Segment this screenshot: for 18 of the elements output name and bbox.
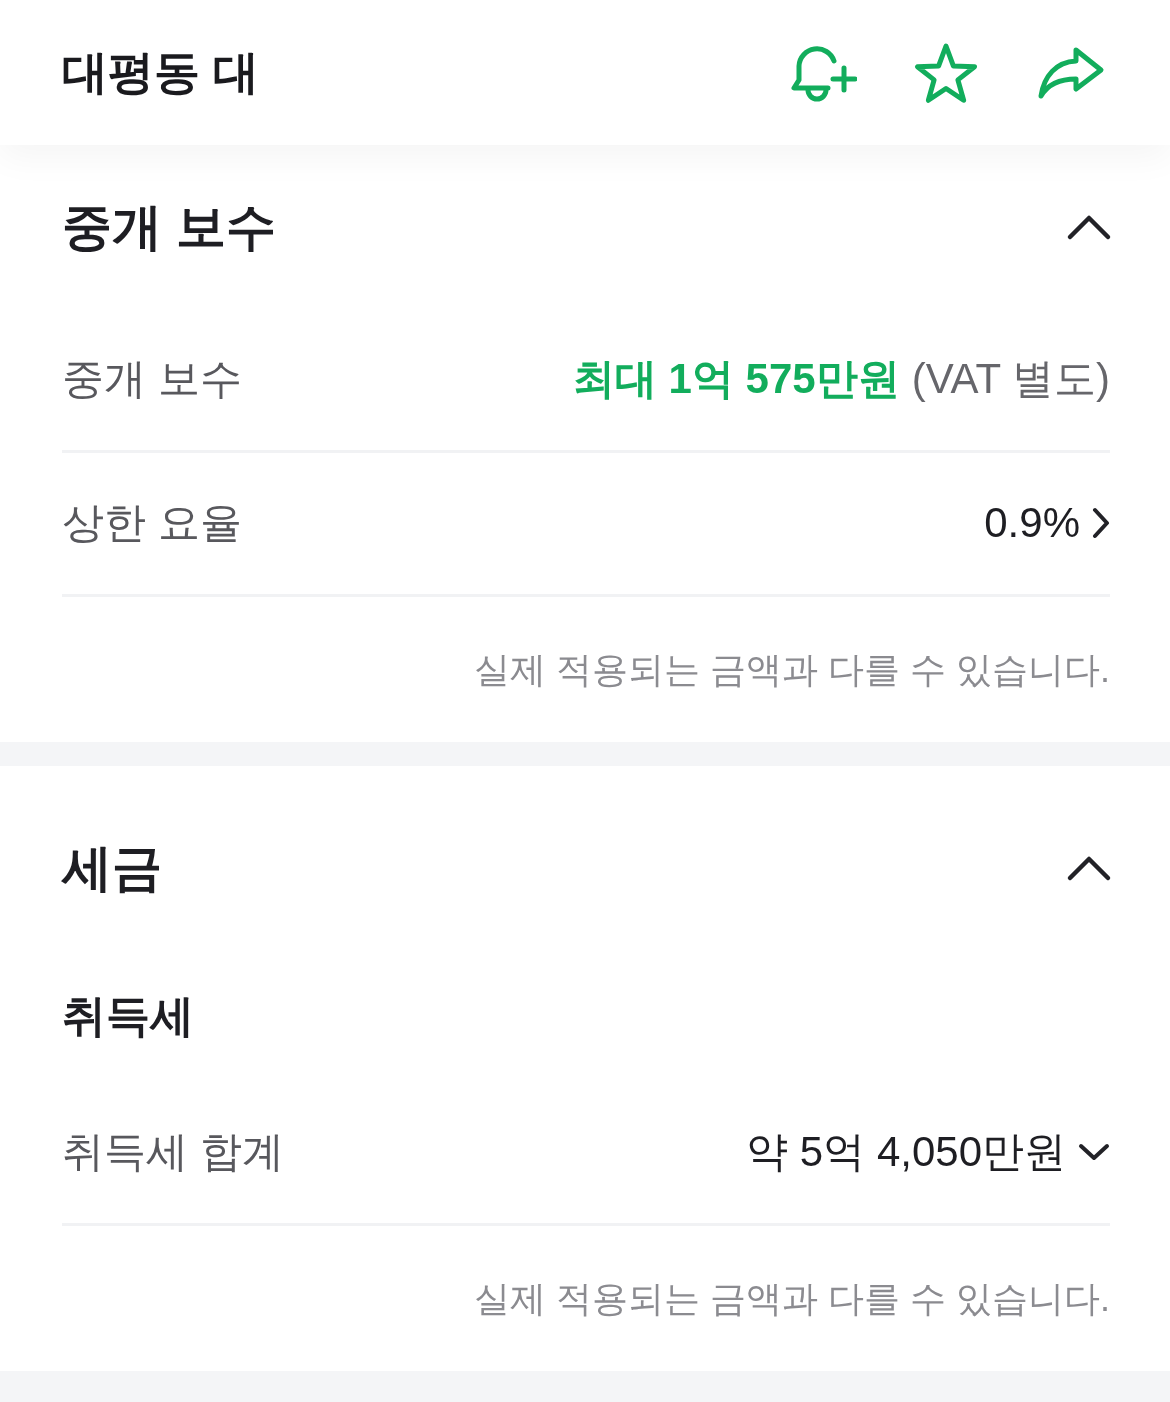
row-value: 약 5억 4,050만원 [746,1127,1066,1178]
chevron-up-icon[interactable] [1066,213,1112,241]
chevron-right-icon[interactable] [1092,507,1110,540]
section-title: 중개 보수 [62,198,276,257]
page-title: 대평동 대 [62,44,259,100]
chevron-up-icon[interactable] [1066,854,1112,882]
disclaimer-text: 실제 적용되는 금액과 다를 수 있습니다. [474,647,1110,692]
value-note: (VAT 별도) [911,354,1110,405]
section-title: 세금 [62,839,162,898]
row-label: 중개 보수 [62,354,242,405]
row-value: 0.9% [984,498,1080,549]
subsection-title: 취득세 [62,989,194,1042]
row-value: 최대 1억 575만원 [572,354,900,405]
row-label: 취득세 합계 [62,1127,284,1178]
row-label: 상한 요율 [62,498,242,549]
chevron-down-icon[interactable] [1078,1142,1110,1163]
disclaimer-text: 실제 적용되는 금액과 다를 수 있습니다. [474,1276,1110,1321]
star-icon[interactable] [913,41,979,104]
